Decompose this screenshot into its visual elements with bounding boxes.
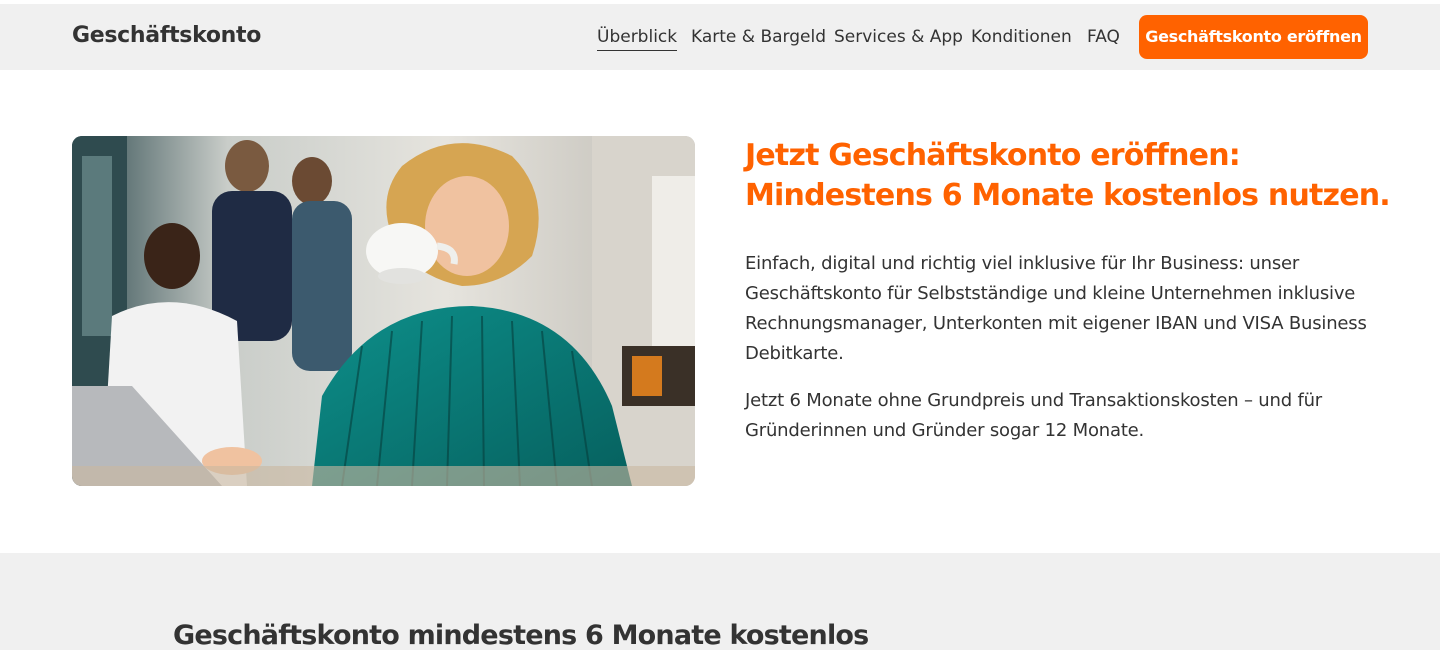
nav-item-ueberblick[interactable]: Überblick [597, 26, 678, 51]
nav-item-konditionen[interactable]: Konditionen [971, 26, 1072, 48]
hero-headline: Jetzt Geschäftskonto eröffnen: Mindesten… [745, 136, 1391, 216]
nav-item-faq[interactable]: FAQ [1087, 26, 1120, 48]
site-header: Geschäftskonto Überblick Karte & Bargeld… [0, 4, 1440, 70]
hero-photo-illustration [72, 136, 695, 486]
pricing-section: Geschäftskonto mindestens 6 Monate koste… [0, 553, 1440, 650]
hero-description: Einfach, digital und richtig viel inklus… [745, 253, 1367, 364]
section-title: Geschäftskonto mindestens 6 Monate koste… [173, 620, 869, 650]
open-account-button[interactable]: Geschäftskonto eröffnen [1139, 15, 1368, 59]
hero-headline-line1: Jetzt Geschäftskonto eröffnen: [745, 138, 1241, 173]
hero-offer-text: Jetzt 6 Monate ohne Grundpreis und Trans… [745, 390, 1323, 441]
nav-item-services-app[interactable]: Services & App [834, 26, 963, 48]
nav-item-karte-bargeld[interactable]: Karte & Bargeld [691, 26, 826, 48]
hero-headline-line2: Mindestens 6 Monate kostenlos nutzen. [745, 178, 1391, 213]
hero-image [72, 136, 695, 486]
